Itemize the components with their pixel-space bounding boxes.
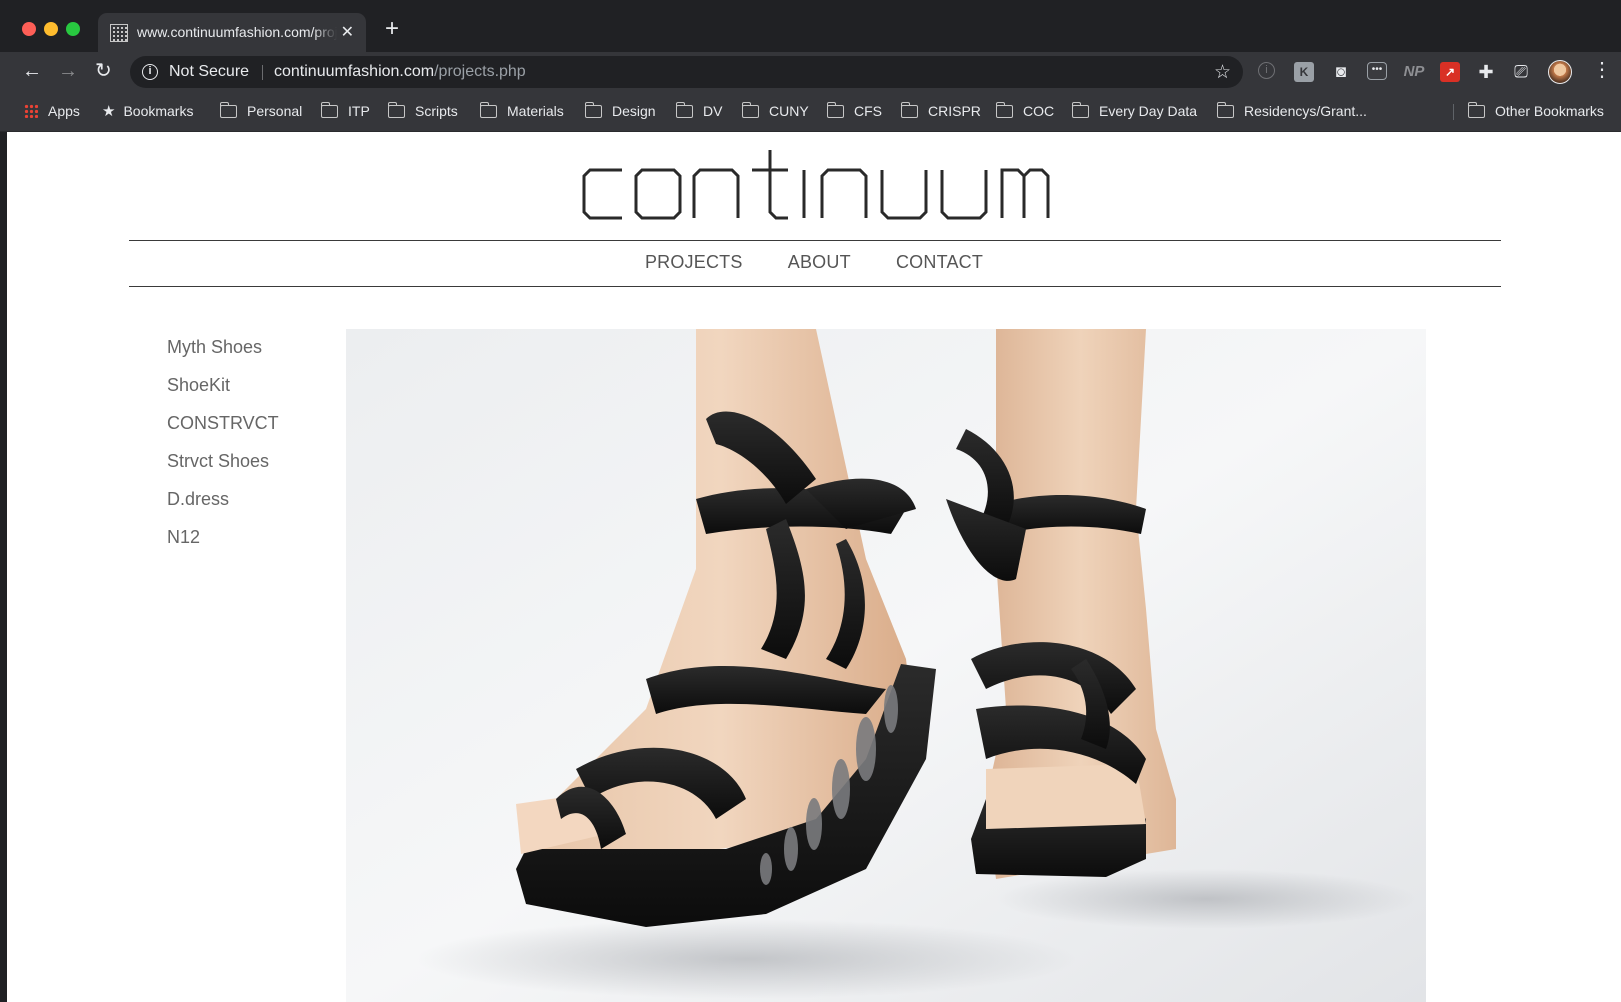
security-label: Not Secure bbox=[169, 63, 250, 80]
nav-contact-link[interactable]: CONTACT bbox=[896, 252, 983, 273]
camera-icon[interactable]: ◙ bbox=[1331, 62, 1351, 82]
bookmark-label: COC bbox=[1023, 103, 1055, 119]
bookmark-folder-other[interactable]: Other Bookmarks bbox=[1467, 101, 1604, 123]
nav-divider-top bbox=[129, 240, 1501, 241]
bookmark-folder-scripts[interactable]: Scripts bbox=[387, 101, 458, 123]
bookmark-folder-cuny[interactable]: CUNY bbox=[741, 101, 809, 123]
project-link[interactable]: ShoeKit bbox=[167, 374, 279, 412]
close-tab-icon[interactable]: ✕ bbox=[341, 22, 354, 42]
extension-arrow-icon[interactable]: ↗ bbox=[1440, 62, 1460, 82]
nav-about-link[interactable]: ABOUT bbox=[788, 252, 851, 273]
main-nav: PROJECTS ABOUT CONTACT bbox=[7, 252, 1621, 273]
folder-icon bbox=[479, 102, 497, 118]
bookmark-star-icon[interactable]: ☆ bbox=[1214, 61, 1231, 84]
bookmark-label: Other Bookmarks bbox=[1495, 103, 1604, 119]
bookmark-label: Residencys/Grant... bbox=[1244, 103, 1367, 119]
bookmarks-bar: Apps ★ Bookmarks Personal ITP Scripts Mat… bbox=[0, 92, 1621, 132]
url-host: continuumfashion.com bbox=[274, 63, 435, 80]
bookmark-bookmarks[interactable]: ★ Bookmarks bbox=[102, 101, 193, 123]
maximize-window-button[interactable] bbox=[66, 22, 80, 36]
bookmark-label: Bookmarks bbox=[123, 103, 194, 119]
site-info-icon[interactable]: i bbox=[142, 64, 158, 80]
folder-icon bbox=[219, 102, 237, 118]
extension-np-icon[interactable]: NP bbox=[1402, 62, 1426, 82]
address-bar[interactable]: i Not Secure continuumfashion.com/projec… bbox=[130, 56, 1243, 88]
minimize-window-button[interactable] bbox=[44, 22, 58, 36]
bookmark-folder-coc[interactable]: COC bbox=[995, 101, 1055, 123]
apps-grid-icon bbox=[24, 104, 38, 118]
nav-projects-link[interactable]: PROJECTS bbox=[645, 252, 743, 273]
bookmark-folder-design[interactable]: Design bbox=[584, 101, 656, 123]
bookmark-label: CRISPR bbox=[928, 103, 981, 119]
forward-arrow-icon[interactable]: → bbox=[58, 60, 78, 82]
folder-icon bbox=[1467, 102, 1485, 118]
omnibox-divider bbox=[262, 65, 263, 80]
bookmark-label: Scripts bbox=[415, 103, 458, 119]
folder-icon bbox=[995, 102, 1013, 118]
bookmark-label: Design bbox=[612, 103, 656, 119]
bookmark-label: CUNY bbox=[769, 103, 809, 119]
bookmark-folder-every-day-data[interactable]: Every Day Data bbox=[1071, 101, 1198, 123]
new-tab-button[interactable]: + bbox=[385, 17, 399, 41]
bookmark-folder-itp[interactable]: ITP bbox=[320, 101, 370, 123]
tab-strip: www.continuumfashion.com/projects.php ✕ … bbox=[0, 0, 1621, 53]
project-link[interactable]: CONSTRVCT bbox=[167, 412, 279, 450]
bookmark-label: Apps bbox=[48, 103, 80, 119]
project-link[interactable]: N12 bbox=[167, 526, 279, 564]
bookmark-label: CFS bbox=[854, 103, 882, 119]
bookmark-apps[interactable]: Apps bbox=[24, 101, 80, 123]
bookmarks-divider bbox=[1453, 104, 1454, 120]
project-link[interactable]: Myth Shoes bbox=[167, 336, 279, 374]
folder-icon bbox=[900, 102, 918, 118]
folder-icon bbox=[1216, 102, 1234, 118]
url-path: /projects.php bbox=[434, 63, 526, 80]
bookmark-folder-personal[interactable]: Personal bbox=[219, 101, 303, 123]
reload-icon[interactable]: ↻ bbox=[95, 60, 112, 82]
profile-avatar[interactable] bbox=[1548, 60, 1572, 84]
folder-icon bbox=[584, 102, 602, 118]
bookmark-folder-cfs[interactable]: CFS bbox=[826, 101, 882, 123]
hero-shoe-photo[interactable] bbox=[346, 329, 1426, 1002]
folder-icon bbox=[1071, 102, 1089, 118]
folder-icon bbox=[387, 102, 405, 118]
browser-window: www.continuumfashion.com/projects.php ✕ … bbox=[0, 0, 1621, 1002]
bookmark-folder-materials[interactable]: Materials bbox=[479, 101, 564, 123]
project-link[interactable]: Strvct Shoes bbox=[167, 450, 279, 488]
extension-k-icon[interactable]: K bbox=[1294, 62, 1314, 82]
bookmark-label: Materials bbox=[507, 103, 564, 119]
tab-active[interactable]: www.continuumfashion.com/projects.php ✕ bbox=[98, 13, 366, 53]
project-link[interactable]: D.dress bbox=[167, 488, 279, 526]
bookmark-label: DV bbox=[703, 103, 723, 119]
browser-toolbar: ← → ↻ i Not Secure continuumfashion.com/… bbox=[0, 52, 1621, 92]
site-favicon-icon bbox=[110, 24, 128, 42]
folder-icon bbox=[826, 102, 844, 118]
bookmark-folder-dv[interactable]: DV bbox=[675, 101, 723, 123]
bookmark-folder-crispr[interactable]: CRISPR bbox=[900, 101, 981, 123]
puzzle-extensions-icon[interactable]: ✚ bbox=[1476, 62, 1496, 82]
star-icon: ★ bbox=[102, 103, 116, 120]
folder-icon bbox=[675, 102, 693, 118]
tab-title: www.continuumfashion.com/projects.php bbox=[137, 24, 337, 40]
url-text[interactable]: continuumfashion.com/projects.php bbox=[274, 63, 526, 81]
folder-icon bbox=[320, 102, 338, 118]
browser-menu-icon[interactable]: ⋮ bbox=[1592, 59, 1612, 81]
bookmark-label: Personal bbox=[247, 103, 303, 119]
continuum-logo[interactable] bbox=[582, 146, 1052, 226]
bookmark-label: ITP bbox=[348, 103, 370, 119]
nav-divider-bottom bbox=[129, 286, 1501, 287]
page-viewport: PROJECTS ABOUT CONTACT Myth Shoes ShoeKi… bbox=[7, 132, 1621, 1002]
cast-icon[interactable]: ⎚ bbox=[1511, 62, 1531, 82]
folder-icon bbox=[741, 102, 759, 118]
extension-info-icon[interactable]: i bbox=[1258, 62, 1275, 79]
bookmark-folder-residencys[interactable]: Residencys/Grant... bbox=[1216, 101, 1367, 123]
back-arrow-icon[interactable]: ← bbox=[22, 60, 42, 82]
close-window-button[interactable] bbox=[22, 22, 36, 36]
bookmark-label: Every Day Data bbox=[1099, 103, 1198, 119]
extension-more-icon[interactable]: ••• bbox=[1367, 62, 1387, 80]
projects-sidebar: Myth Shoes ShoeKit CONSTRVCT Strvct Shoe… bbox=[167, 336, 279, 564]
